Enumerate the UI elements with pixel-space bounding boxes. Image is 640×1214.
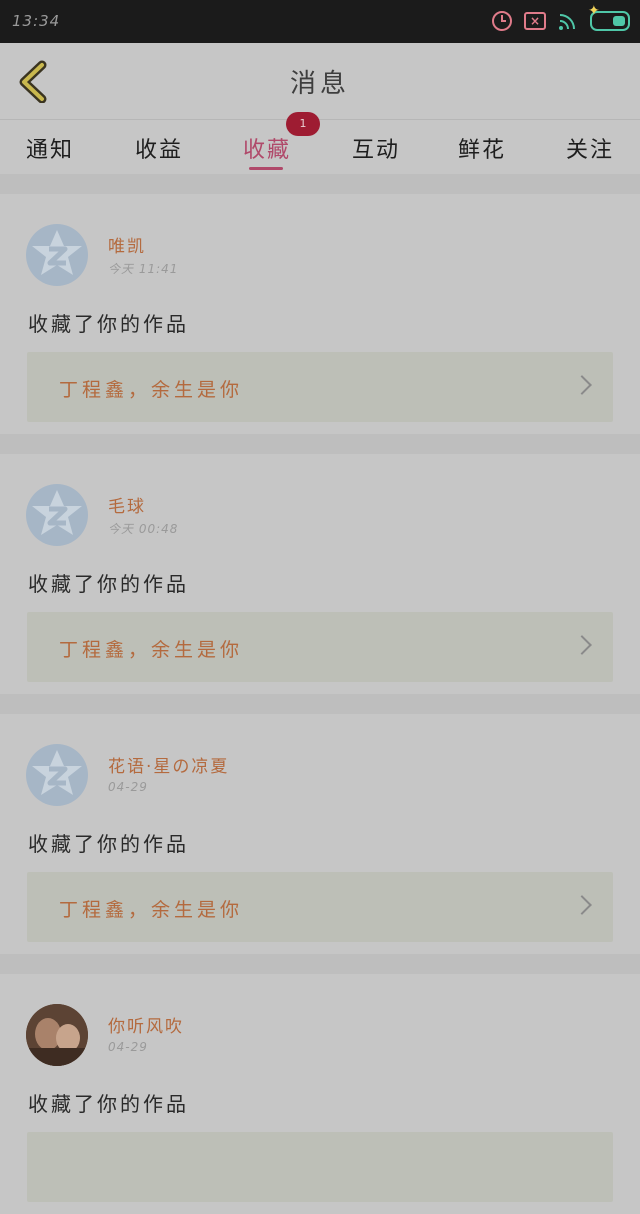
chevron-right-icon [572, 375, 592, 395]
work-title: 丁程鑫，余生是你 [59, 899, 244, 921]
avatar[interactable] [26, 484, 88, 546]
page-title: 消息 [289, 69, 350, 99]
user-name[interactable]: 唯凯 [108, 232, 146, 257]
list-item: 你听风吹 04-29 收藏了你的作品 [0, 974, 640, 1214]
default-avatar-icon [32, 490, 82, 535]
work-card[interactable]: 丁程鑫，余生是你 [27, 352, 613, 422]
action-text: 收藏了你的作品 [28, 312, 189, 336]
tab-bar: 通知 收益 收藏 1 互动 鲜花 关注 [0, 112, 640, 174]
tab-earnings[interactable]: 收益 [135, 132, 183, 164]
active-tab-indicator [249, 167, 283, 170]
no-sim-icon: × [524, 12, 546, 30]
chevron-right-icon [572, 895, 592, 915]
tab-notifications[interactable]: 通知 [26, 132, 74, 164]
work-card[interactable]: 丁程鑫，余生是你 [27, 872, 613, 942]
tab-favorites-label: 收藏 [243, 138, 292, 163]
battery-icon: ✦ [588, 3, 630, 31]
tab-following[interactable]: 关注 [566, 132, 614, 164]
tab-favorites[interactable]: 收藏 [243, 132, 291, 164]
user-name[interactable]: 你听风吹 [108, 1012, 184, 1037]
avatar[interactable] [26, 744, 88, 806]
alarm-icon [492, 11, 512, 31]
avatar[interactable] [26, 224, 88, 286]
status-icons: × ✦ [492, 3, 630, 34]
wifi-icon [558, 11, 578, 31]
work-title: 丁程鑫，余生是你 [59, 639, 244, 661]
default-avatar-icon [32, 230, 82, 275]
list-item: 毛球 今天 00:48 收藏了你的作品 丁程鑫，余生是你 [0, 454, 640, 694]
list-separator [0, 434, 640, 454]
action-text: 收藏了你的作品 [28, 572, 189, 596]
work-card[interactable] [27, 1132, 613, 1202]
user-name[interactable]: 毛球 [108, 492, 146, 517]
timestamp: 今天 11:41 [108, 262, 179, 276]
tab-flowers[interactable]: 鲜花 [458, 132, 506, 164]
list-separator [0, 954, 640, 974]
default-avatar-icon [32, 750, 82, 795]
list-item: 花语·星の凉夏 04-29 收藏了你的作品 丁程鑫，余生是你 [0, 714, 640, 954]
work-card[interactable]: 丁程鑫，余生是你 [27, 612, 613, 682]
list-item: 唯凯 今天 11:41 收藏了你的作品 丁程鑫，余生是你 [0, 194, 640, 434]
avatar[interactable] [26, 1004, 88, 1066]
status-time: 13:34 [12, 12, 61, 30]
chevron-right-icon [572, 635, 592, 655]
top-bar: 消息 [0, 43, 640, 120]
message-list: 唯凯 今天 11:41 收藏了你的作品 丁程鑫，余生是你 毛球 今天 00:48… [0, 174, 640, 1214]
tab-interaction[interactable]: 互动 [352, 132, 400, 164]
timestamp: 今天 00:48 [108, 522, 179, 536]
timestamp: 04-29 [108, 1040, 148, 1054]
user-photo-avatar [26, 1004, 88, 1066]
list-separator [0, 174, 640, 194]
work-title: 丁程鑫，余生是你 [59, 379, 244, 401]
tab-favorites-badge: 1 [286, 112, 320, 136]
timestamp: 04-29 [108, 780, 148, 794]
status-bar: 13:34 × ✦ [0, 0, 640, 43]
action-text: 收藏了你的作品 [28, 832, 189, 856]
list-separator [0, 694, 640, 714]
action-text: 收藏了你的作品 [28, 1092, 189, 1116]
user-name[interactable]: 花语·星の凉夏 [108, 752, 229, 777]
